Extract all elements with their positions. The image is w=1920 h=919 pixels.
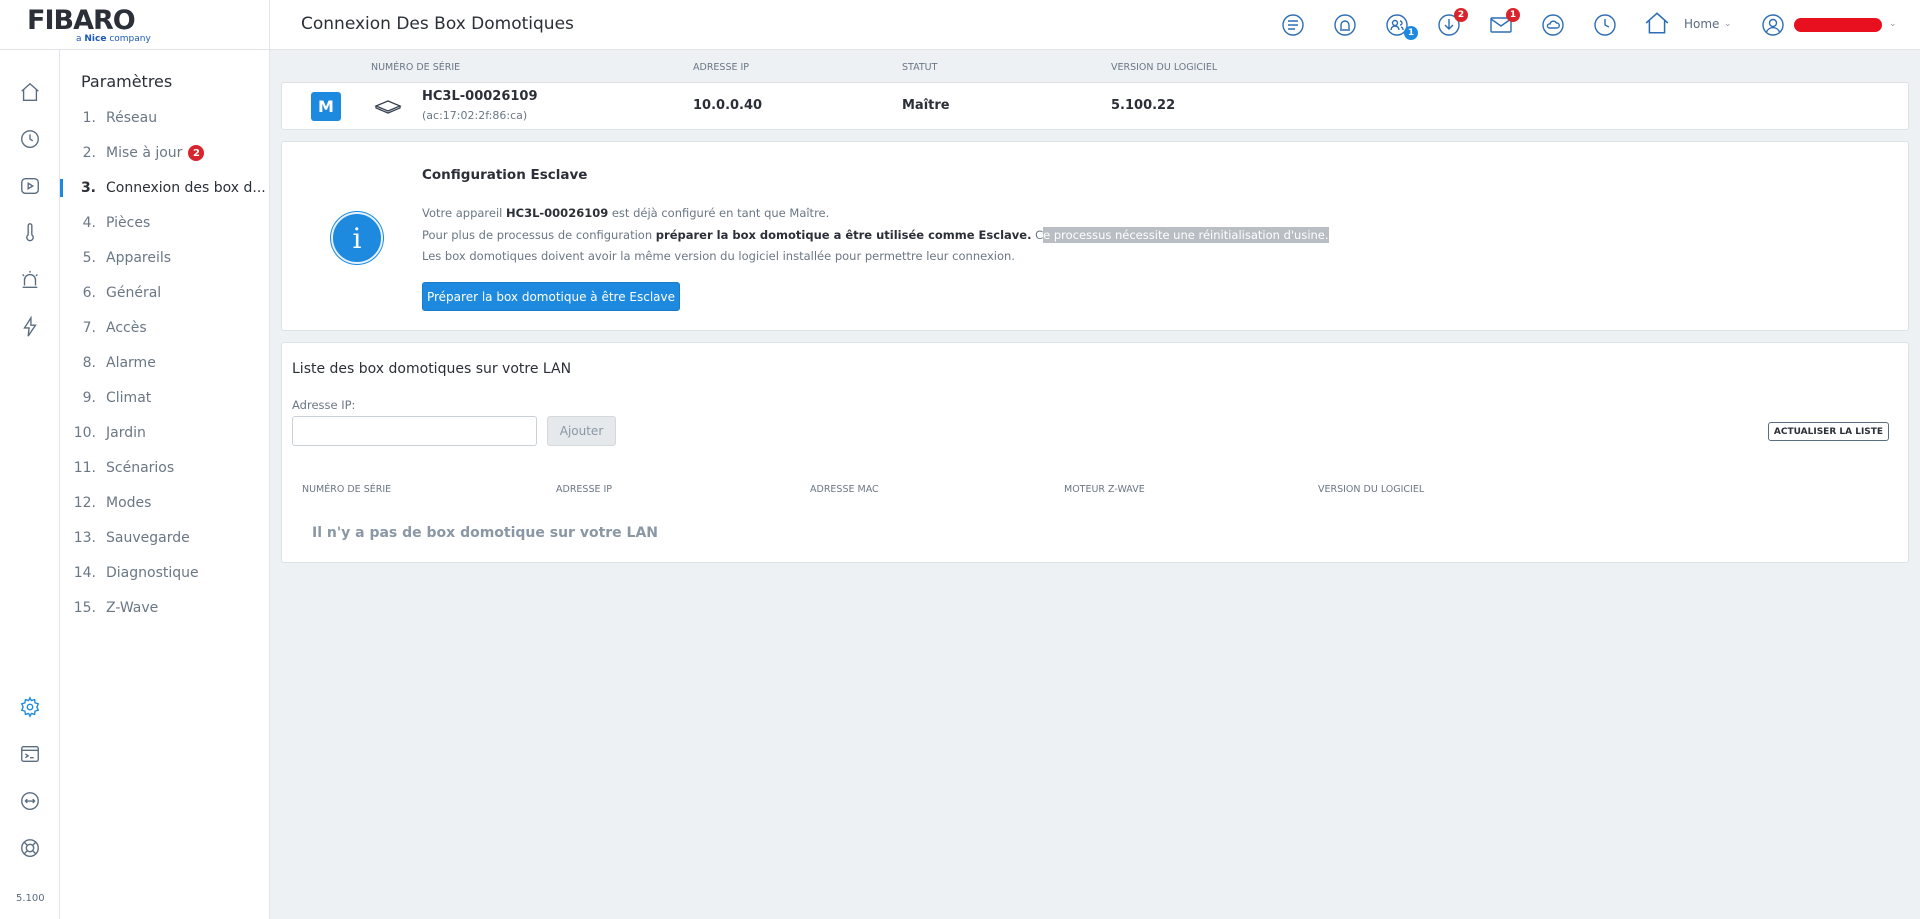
nav-item-z-wave[interactable]: 15. Z-Wave bbox=[60, 593, 270, 623]
settings-icon[interactable] bbox=[18, 695, 42, 719]
lan-col-serial: NUMÉRO DE SÉRIE bbox=[302, 484, 392, 495]
home-icon[interactable] bbox=[18, 80, 42, 104]
lan-col-ip: ADRESSE IP bbox=[556, 484, 613, 495]
update-count-badge: 2 bbox=[188, 145, 205, 161]
col-version: VERSION DU LOGICIEL bbox=[1111, 62, 1218, 73]
weather-icon[interactable] bbox=[1540, 12, 1566, 38]
fibaro-logo[interactable]: FIBARO bbox=[27, 5, 136, 36]
nav-item-diagnostique[interactable]: 14. Diagnostique bbox=[60, 558, 270, 588]
config-line-2: Pour plus de processus de configuration … bbox=[422, 227, 1329, 243]
col-status: STATUT bbox=[902, 62, 938, 73]
nav-item-alarme[interactable]: 8. Alarme bbox=[60, 348, 270, 378]
hub-device-icon bbox=[374, 100, 402, 114]
nav-item-acces[interactable]: 7. Accès bbox=[60, 313, 270, 343]
user-menu-chevron-icon[interactable]: ⌄ bbox=[1889, 19, 1897, 29]
device-serial: HC3L-00026109 bbox=[422, 89, 538, 104]
nav-item-mise-a-jour[interactable]: 2. Mise à jour 2 bbox=[60, 138, 270, 168]
mail-icon[interactable]: 1 bbox=[1488, 8, 1520, 38]
page-title: Connexion Des Box Domotiques bbox=[301, 14, 574, 34]
house-icon[interactable] bbox=[1644, 10, 1670, 36]
lan-col-zwave: MOTEUR Z-WAVE bbox=[1064, 484, 1145, 495]
lan-col-version: VERSION DU LOGICIEL bbox=[1318, 484, 1425, 495]
nav-item-modes[interactable]: 12. Modes bbox=[60, 488, 270, 518]
clock-icon[interactable] bbox=[1592, 12, 1618, 38]
terminal-icon[interactable] bbox=[18, 742, 42, 766]
col-serial: NUMÉRO DE SÉRIE bbox=[371, 62, 461, 73]
support-icon[interactable] bbox=[18, 836, 42, 860]
master-role-tile: M bbox=[311, 92, 341, 121]
nav-item-sauvegarde[interactable]: 13. Sauvegarde bbox=[60, 523, 270, 553]
logo-area: FIBARO a Nice company bbox=[0, 0, 270, 50]
config-line-3: Les box domotiques doivent avoir la même… bbox=[422, 249, 1015, 263]
settings-nav: Paramètres 1. Réseau 2. Mise à jour 2 3. Con… bbox=[60, 50, 270, 919]
device-version: 5.100.22 bbox=[1111, 98, 1176, 113]
device-mac: (ac:17:02:2f:86:ca) bbox=[422, 109, 528, 122]
downloads-count-badge: 2 bbox=[1454, 8, 1468, 22]
lan-col-mac: ADRESSE MAC bbox=[810, 484, 879, 495]
redacted-username[interactable] bbox=[1794, 18, 1882, 32]
download-icon[interactable]: 2 bbox=[1436, 8, 1468, 38]
ip-address-input[interactable] bbox=[292, 416, 537, 446]
media-icon[interactable] bbox=[18, 174, 42, 198]
icon-rail: 5.100 bbox=[0, 0, 60, 919]
nav-item-appareils[interactable]: 5. Appareils bbox=[60, 243, 270, 273]
prepare-slave-button[interactable]: Préparer la box domotique à être Esclave bbox=[422, 282, 680, 311]
nav-item-climat[interactable]: 9. Climat bbox=[60, 383, 270, 413]
alarm-icon[interactable] bbox=[18, 268, 42, 292]
users-icon[interactable]: 1 bbox=[1384, 12, 1418, 40]
home-selector[interactable]: Home bbox=[1684, 17, 1719, 31]
nav-item-pieces[interactable]: 4. Pièces bbox=[60, 208, 270, 238]
top-header: Connexion Des Box Domotiques 1 2 1 Home … bbox=[270, 0, 1920, 50]
config-line-1: Votre appareil HC3L-00026109 est déjà co… bbox=[422, 206, 830, 220]
alarm-panel-icon[interactable] bbox=[1332, 12, 1358, 38]
nav-item-reseau[interactable]: 1. Réseau bbox=[60, 103, 270, 133]
messages-count-badge: 1 bbox=[1506, 8, 1520, 22]
empty-lan-message: Il n'y a pas de box domotique sur votre … bbox=[312, 525, 659, 541]
selected-text: e processus nécessite une réinitialisati… bbox=[1043, 227, 1329, 243]
remote-access-icon[interactable] bbox=[18, 789, 42, 813]
add-button[interactable]: Ajouter bbox=[547, 416, 616, 446]
device-table-header: NUMÉRO DE SÉRIE ADRESSE IP STATUT VERSIO… bbox=[282, 62, 1908, 76]
lan-list-title: Liste des box domotiques sur votre LAN bbox=[292, 361, 572, 377]
app-version: 5.100 bbox=[16, 893, 45, 904]
config-title: Configuration Esclave bbox=[422, 167, 588, 183]
col-ip: ADRESSE IP bbox=[693, 62, 750, 73]
energy-icon[interactable] bbox=[18, 315, 42, 339]
dashboard-icon[interactable] bbox=[1280, 12, 1306, 38]
refresh-list-button[interactable]: ACTUALISER LA LISTE bbox=[1768, 422, 1889, 441]
device-ip: 10.0.0.40 bbox=[693, 98, 763, 113]
users-count-badge: 1 bbox=[1404, 26, 1418, 40]
user-avatar-icon[interactable] bbox=[1760, 12, 1786, 38]
info-icon: i bbox=[331, 212, 383, 264]
nav-item-scenarios[interactable]: 11. Scénarios bbox=[60, 453, 270, 483]
ip-address-label: Adresse IP: bbox=[292, 398, 356, 412]
nav-item-general[interactable]: 6. Général bbox=[60, 278, 270, 308]
nav-item-jardin[interactable]: 10. Jardin bbox=[60, 418, 270, 448]
history-icon[interactable] bbox=[18, 127, 42, 151]
nav-item-connexion-box[interactable]: 3. Connexion des box d... bbox=[60, 173, 270, 203]
nav-title: Paramètres bbox=[81, 72, 173, 91]
chevron-down-icon[interactable]: ⌄ bbox=[1724, 19, 1732, 29]
nice-company-tagline: a Nice company bbox=[76, 34, 151, 44]
device-status: Maître bbox=[902, 98, 950, 113]
thermometer-icon[interactable] bbox=[18, 221, 42, 245]
